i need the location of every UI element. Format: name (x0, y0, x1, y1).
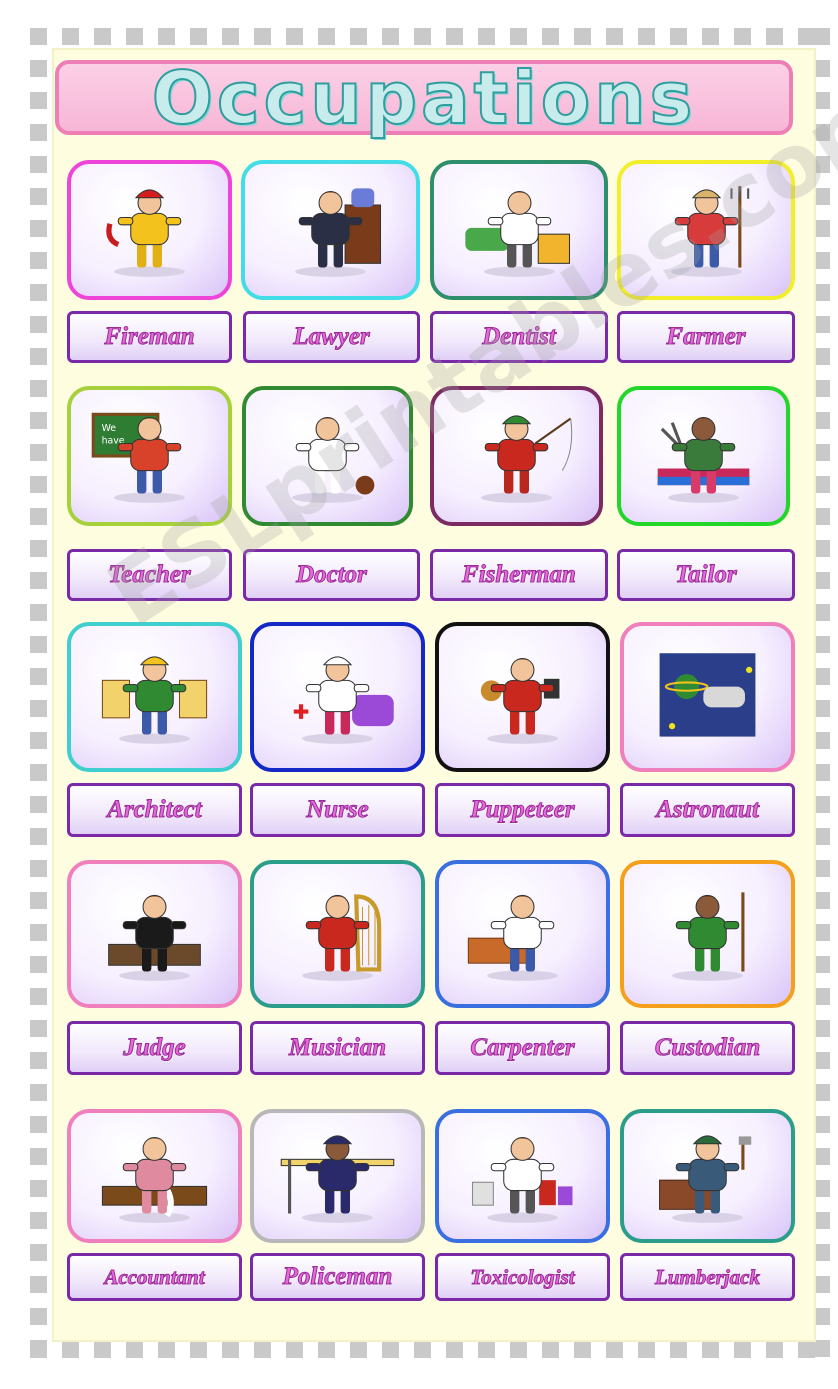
accountant-icon (101, 1136, 208, 1223)
tailor-icon (657, 416, 750, 503)
card-astronaut (620, 622, 795, 772)
card-accountant (67, 1109, 242, 1243)
label-fireman: Fireman (67, 311, 232, 363)
nurse-icon (293, 656, 394, 744)
label-astronaut: Astronaut (620, 783, 795, 837)
occupation-name: Lumberjack (655, 1264, 761, 1289)
svg-text:We: We (102, 423, 117, 434)
card-lawyer (241, 160, 420, 300)
card-lumberjack (620, 1109, 795, 1243)
card-fisherman (430, 386, 603, 526)
occupation-name: Accountant (104, 1264, 205, 1289)
card-tailor (617, 386, 790, 526)
occupation-name: Judge (123, 1034, 186, 1062)
lawyer-icon (295, 188, 382, 277)
label-toxicologist: Toxicologist (435, 1253, 610, 1301)
musician-icon (302, 894, 382, 981)
label-fisherman: Fisherman (430, 549, 608, 601)
carpenter-icon (467, 894, 558, 981)
label-nurse: Nurse (250, 783, 425, 837)
title-banner: Occupations (55, 60, 793, 135)
occupation-name: Tailor (675, 561, 738, 589)
architect-icon (101, 656, 208, 744)
card-toxicologist (435, 1109, 610, 1243)
occupation-name: Puppeteer (470, 796, 575, 824)
card-teacher: We have (67, 386, 232, 526)
puppeteer-icon (480, 657, 561, 744)
occupation-name: Custodian (654, 1034, 761, 1062)
label-musician: Musician (250, 1021, 425, 1075)
lumberjack-icon (659, 1135, 752, 1223)
card-judge (67, 860, 242, 1008)
label-dentist: Dentist (430, 311, 608, 363)
card-farmer (617, 160, 795, 300)
occupation-name: Fireman (104, 323, 195, 351)
custodian-icon (672, 892, 745, 981)
label-accountant: Accountant (67, 1253, 242, 1301)
farmer-icon (670, 186, 749, 277)
page-title: Occupations (151, 55, 697, 140)
label-judge: Judge (67, 1021, 242, 1075)
astronaut-icon (659, 653, 756, 737)
occupation-name: Teacher (108, 561, 191, 589)
fisherman-icon (481, 415, 573, 503)
occupation-name: Policeman (282, 1263, 393, 1291)
card-puppeteer (435, 622, 610, 772)
label-farmer: Farmer (617, 311, 795, 363)
card-musician (250, 860, 425, 1008)
card-fireman (67, 160, 232, 300)
occupation-name: Dentist (482, 323, 557, 351)
policeman-icon (280, 1135, 395, 1223)
label-doctor: Doctor (243, 549, 420, 601)
dentist-icon (464, 190, 570, 277)
occupation-name: Fisherman (462, 561, 577, 589)
label-custodian: Custodian (620, 1021, 795, 1075)
label-architect: Architect (67, 783, 242, 837)
toxicologist-icon (471, 1136, 573, 1223)
occupation-name: Carpenter (470, 1034, 575, 1062)
occupation-name: Musician (288, 1034, 387, 1062)
card-policeman (250, 1109, 425, 1243)
teacher-icon: Wehave (91, 412, 185, 503)
card-architect (67, 622, 242, 772)
card-dentist (430, 160, 608, 300)
label-teacher: Teacher (67, 549, 232, 601)
judge-icon (108, 894, 201, 981)
card-custodian (620, 860, 795, 1008)
label-tailor: Tailor (617, 549, 795, 601)
occupation-name: Doctor (296, 561, 368, 589)
occupation-name: Architect (107, 796, 202, 824)
label-lumberjack: Lumberjack (620, 1253, 795, 1301)
card-carpenter (435, 860, 610, 1008)
occupation-name: Farmer (666, 323, 746, 351)
card-nurse (250, 622, 425, 772)
doctor-icon (292, 416, 375, 503)
fireman-icon (106, 189, 185, 277)
occupation-name: Toxicologist (470, 1264, 575, 1289)
label-policeman: Policeman (250, 1253, 425, 1301)
occupation-name: Lawyer (293, 323, 370, 351)
occupation-name: Astronaut (656, 796, 760, 824)
label-carpenter: Carpenter (435, 1021, 610, 1075)
label-puppeteer: Puppeteer (435, 783, 610, 837)
card-doctor (242, 386, 413, 526)
occupation-name: Nurse (306, 796, 370, 824)
label-lawyer: Lawyer (243, 311, 420, 363)
